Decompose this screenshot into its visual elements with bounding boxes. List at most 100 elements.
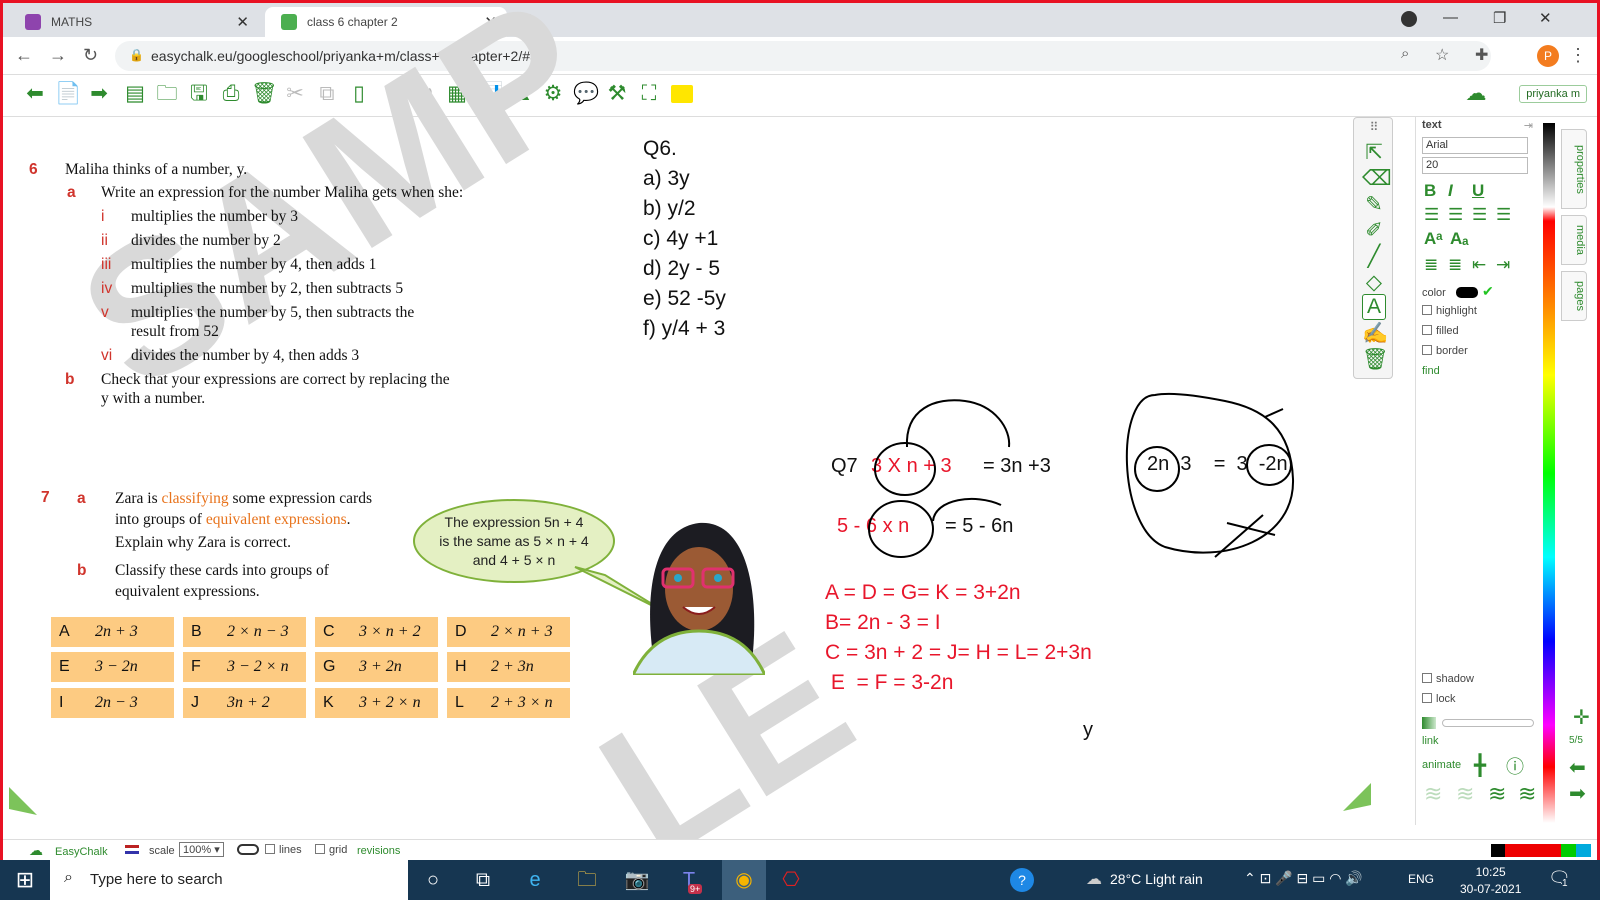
tab-maths[interactable]: MATHS ✕ — [9, 7, 259, 37]
text-tool-icon[interactable]: A — [1362, 294, 1386, 320]
windows-start-icon[interactable]: ⊞ — [12, 868, 38, 892]
font-family-select[interactable]: Arial — [1422, 137, 1528, 154]
align-left-icon[interactable]: ☰ — [1424, 205, 1439, 225]
delete-icon[interactable]: 🗑 — [251, 81, 278, 107]
color-swatch[interactable] — [1456, 287, 1478, 298]
grid-checkbox[interactable]: grid — [315, 844, 347, 856]
highlighter-icon[interactable] — [671, 85, 693, 103]
avatar[interactable]: P — [1537, 45, 1559, 67]
file-explorer-icon[interactable]: 🗀 — [574, 868, 600, 892]
bookmark-star-icon[interactable]: ☆ — [1435, 45, 1449, 65]
shadow-checkbox[interactable]: shadow — [1422, 673, 1474, 685]
print-icon[interactable]: ⎙ — [219, 81, 243, 107]
animate-label[interactable]: animate — [1422, 759, 1461, 771]
cloud-sync-icon[interactable]: ☁ — [1463, 81, 1489, 107]
save-icon[interactable]: 🖫 — [187, 81, 211, 107]
opacity-slider[interactable] — [1442, 719, 1534, 727]
layer-icon[interactable]: ≋ — [1488, 781, 1506, 807]
layer-icon[interactable]: ≋ — [1518, 781, 1536, 807]
language-indicator[interactable]: ENG — [1408, 872, 1434, 886]
previous-page-arrow-icon[interactable]: ⬅ — [1569, 755, 1586, 780]
find-link[interactable]: find — [1422, 365, 1440, 377]
color-palette[interactable] — [1543, 123, 1555, 823]
flag-icon[interactable] — [125, 845, 139, 854]
maximize-button[interactable]: ❐ — [1493, 9, 1506, 27]
tab-properties[interactable]: properties — [1561, 129, 1587, 209]
brand-name[interactable]: EasyChalk — [55, 846, 108, 858]
whiteboard-canvas[interactable]: SAMP LE 6 Maliha thinks of a number, y. … — [5, 3, 1383, 899]
close-icon[interactable]: ✕ — [236, 13, 249, 31]
color-swatch-row[interactable] — [1491, 844, 1591, 857]
presentation-icon[interactable]: ⛶ — [637, 81, 661, 107]
toggle-switch[interactable] — [237, 844, 259, 855]
filled-checkbox[interactable]: filled — [1422, 325, 1459, 337]
taskbar-search[interactable]: ⌕ Type here to search — [50, 860, 408, 900]
new-document-icon[interactable]: ▤ — [123, 81, 147, 107]
line-icon[interactable]: ╱ — [1362, 244, 1386, 269]
profile-menu-icon[interactable] — [1401, 11, 1417, 27]
lock-checkbox[interactable]: lock — [1422, 693, 1456, 705]
justify-icon[interactable]: ☰ — [1496, 205, 1511, 225]
revisions-link[interactable]: revisions — [357, 845, 400, 857]
next-page-arrow-icon[interactable]: ➡ — [1569, 781, 1586, 806]
indent-icon[interactable]: ⇥ — [1496, 255, 1510, 275]
tab-media[interactable]: media — [1561, 215, 1587, 265]
settings-icon[interactable]: ⚒ — [605, 81, 629, 107]
chrome-menu-icon[interactable]: ⋮ — [1569, 45, 1587, 66]
lines-checkbox[interactable]: lines — [265, 844, 302, 856]
url-field[interactable]: 🔒 easychalk.eu/googleschool/priyanka+m/c… — [115, 41, 1491, 71]
border-checkbox[interactable]: border — [1422, 345, 1468, 357]
forward-icon[interactable]: → — [49, 45, 67, 66]
underline-icon[interactable]: U — [1472, 181, 1484, 201]
next-page-icon[interactable]: ➡ — [87, 81, 111, 107]
page-corner-right-icon[interactable] — [1343, 783, 1373, 813]
subscript-icon[interactable]: Aₐ — [1450, 229, 1469, 249]
font-size-select[interactable]: 20 — [1422, 157, 1528, 174]
previous-page-icon[interactable]: ⬅ — [23, 81, 47, 107]
close-window-button[interactable]: ✕ — [1539, 9, 1552, 27]
italic-icon[interactable]: I — [1448, 181, 1453, 201]
minimize-button[interactable]: — — [1443, 9, 1458, 26]
outdent-icon[interactable]: ⇤ — [1472, 255, 1486, 275]
acrobat-icon[interactable]: ⎔ — [778, 868, 804, 892]
superscript-icon[interactable]: Aᵃ — [1424, 229, 1443, 249]
help-icon[interactable]: ? — [1010, 868, 1034, 892]
handwriting-icon[interactable]: ✍ — [1362, 322, 1388, 346]
trash-icon[interactable]: 🗑 — [1362, 348, 1389, 372]
align-center-icon[interactable]: ☰ — [1448, 205, 1463, 225]
reload-icon[interactable]: ↻ — [83, 45, 98, 66]
taskbar-clock[interactable]: 10:25 30-07-2021 — [1460, 864, 1521, 898]
select-pointer-icon[interactable]: ⇱ — [1362, 140, 1386, 165]
pen-icon[interactable]: ✎ — [1362, 192, 1386, 217]
tray-icons[interactable]: ⌃ ⊡ 🎤 ⊟ ▭ ◠ 🔊 — [1244, 870, 1363, 887]
layer-icon[interactable]: ≋ — [1424, 781, 1442, 807]
zoom-icon[interactable]: ⌕ — [1401, 45, 1409, 62]
add-page-icon[interactable]: ✛ — [1573, 705, 1590, 730]
collapse-icon[interactable]: ⇥ — [1524, 119, 1533, 132]
highlight-checkbox[interactable]: highlight — [1422, 305, 1477, 317]
tab-pages[interactable]: pages — [1561, 271, 1587, 321]
weather-text[interactable]: 28°C Light rain — [1110, 871, 1203, 887]
link-label[interactable]: link — [1422, 735, 1439, 747]
layer-icon[interactable]: ≋ — [1456, 781, 1474, 807]
page-corner-left-icon[interactable] — [9, 787, 39, 817]
chrome-icon[interactable]: ◉ — [722, 860, 766, 900]
camera-icon[interactable]: 📷 — [624, 868, 650, 892]
edge-icon[interactable]: e — [522, 868, 548, 892]
open-folder-icon[interactable]: 🗀 — [155, 81, 179, 107]
add-animation-icon[interactable]: ╋ — [1474, 753, 1486, 778]
bullet-list-icon[interactable]: ≣ — [1424, 255, 1438, 275]
scale-select[interactable]: 100% ▾ — [179, 842, 224, 857]
new-page-icon[interactable]: 📄 — [55, 81, 81, 107]
task-view-icon[interactable]: ⧉ — [470, 868, 496, 892]
extensions-icon[interactable]: ✚ — [1475, 45, 1488, 65]
back-icon[interactable]: ← — [15, 45, 33, 66]
cortana-icon[interactable]: ○ — [420, 868, 446, 892]
numbered-list-icon[interactable]: ≣ — [1448, 255, 1462, 275]
info-icon[interactable]: ⓘ — [1506, 753, 1524, 779]
marker-icon[interactable]: ✐ — [1362, 218, 1386, 243]
bold-icon[interactable]: B — [1424, 181, 1436, 201]
align-right-icon[interactable]: ☰ — [1472, 205, 1487, 225]
eraser-icon[interactable]: ⌫ — [1362, 166, 1392, 191]
user-badge[interactable]: priyanka m — [1519, 85, 1587, 103]
